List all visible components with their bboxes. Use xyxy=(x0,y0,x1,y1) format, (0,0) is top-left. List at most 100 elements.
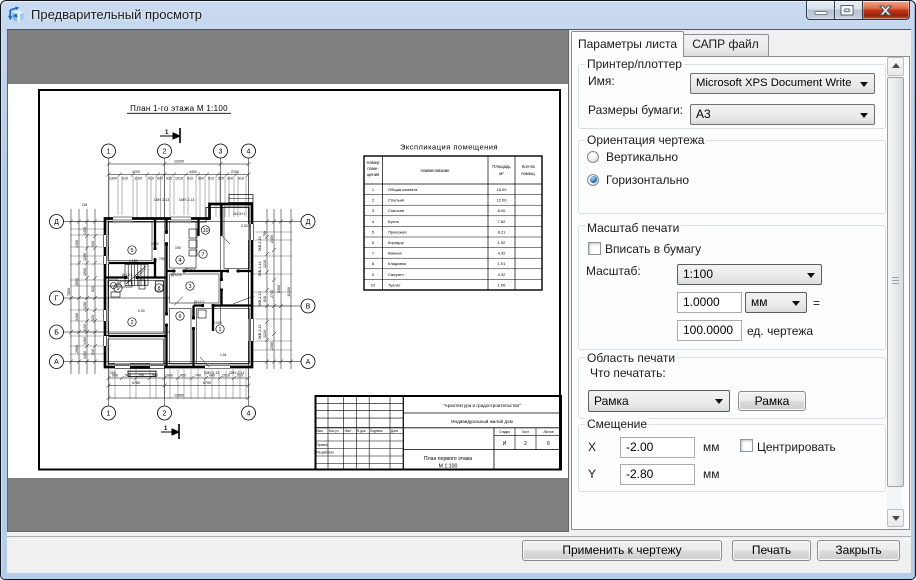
svg-text:Провер.: Провер. xyxy=(317,443,329,447)
svg-text:910: 910 xyxy=(91,286,95,292)
svg-text:2300: 2300 xyxy=(270,342,274,350)
svg-text:620: 620 xyxy=(91,315,95,321)
svg-text:4.32: 4.32 xyxy=(498,272,507,277)
svg-text:7.82: 7.82 xyxy=(498,219,507,224)
svg-text:6790: 6790 xyxy=(203,381,211,385)
svg-text:8: 8 xyxy=(372,261,375,266)
svg-text:0.00: 0.00 xyxy=(138,309,145,313)
svg-text:750: 750 xyxy=(138,374,144,378)
svg-text:2.02-1: 2.02-1 xyxy=(241,224,251,228)
svg-text:9: 9 xyxy=(372,272,375,277)
svg-text:2: 2 xyxy=(163,411,167,418)
svg-text:1.51: 1.51 xyxy=(220,353,227,357)
svg-text:1.06: 1.06 xyxy=(498,282,507,287)
svg-text:Общая комната: Общая комната xyxy=(388,187,418,192)
svg-text:8.00: 8.00 xyxy=(498,208,507,213)
svg-text:2300: 2300 xyxy=(270,235,274,243)
svg-text:м²: м² xyxy=(499,171,504,176)
svg-text:Лист: Лист xyxy=(522,430,529,434)
svg-text:1: 1 xyxy=(218,327,221,333)
svg-text:1060: 1060 xyxy=(165,374,173,378)
svg-text:1010: 1010 xyxy=(175,177,183,181)
svg-text:6300: 6300 xyxy=(277,285,281,293)
svg-text:4: 4 xyxy=(178,258,181,264)
svg-text:Кладовая: Кладовая xyxy=(388,261,406,266)
svg-text:9: 9 xyxy=(116,286,119,292)
svg-text:Кол.уч: Кол.уч xyxy=(329,429,339,433)
svg-text:1200: 1200 xyxy=(83,253,87,261)
svg-text:1100: 1100 xyxy=(83,324,87,332)
svg-text:1100: 1100 xyxy=(134,177,142,181)
svg-text:3: 3 xyxy=(219,149,223,156)
svg-text:10: 10 xyxy=(371,282,376,287)
svg-text:7800: 7800 xyxy=(67,288,71,296)
svg-text:Кол-во: Кол-во xyxy=(522,164,536,169)
svg-text:1: 1 xyxy=(164,426,168,432)
svg-text:1.150: 1.150 xyxy=(129,259,138,263)
svg-text:Экспликация помещения: Экспликация помещения xyxy=(400,143,498,152)
svg-text:910: 910 xyxy=(91,241,95,247)
svg-text:СМУ-2-13: СМУ-2-13 xyxy=(154,198,169,202)
svg-text:200: 200 xyxy=(110,371,116,375)
svg-text:Разработал: Разработал xyxy=(317,451,334,455)
svg-text:1.01: 1.01 xyxy=(498,261,507,266)
svg-text:3: 3 xyxy=(372,208,375,213)
svg-text:щения: щения xyxy=(367,172,380,177)
svg-text:6: 6 xyxy=(178,314,181,320)
svg-text:620: 620 xyxy=(218,177,224,181)
svg-text:Б: Б xyxy=(54,330,59,337)
svg-text:1500: 1500 xyxy=(83,268,87,276)
svg-text:Спальня: Спальня xyxy=(388,208,404,213)
svg-text:Д: Д xyxy=(54,219,59,226)
svg-text:4100: 4100 xyxy=(75,240,79,248)
svg-text:1300: 1300 xyxy=(109,177,117,181)
svg-text:М 1:100: М 1:100 xyxy=(439,464,458,470)
svg-text:Стадия: Стадия xyxy=(499,430,510,434)
svg-text:2740: 2740 xyxy=(270,290,274,298)
svg-text:2: 2 xyxy=(372,198,375,203)
svg-text:1400: 1400 xyxy=(83,337,87,345)
svg-text:1500: 1500 xyxy=(151,242,159,246)
svg-text:Санузел: Санузел xyxy=(388,272,404,277)
svg-text:Номер: Номер xyxy=(367,160,381,165)
svg-text:N док.: N док. xyxy=(357,429,366,433)
svg-text:1210: 1210 xyxy=(263,260,267,268)
svg-text:Кухня: Кухня xyxy=(388,219,399,224)
svg-text:Площадь: Площадь xyxy=(492,164,511,169)
svg-text:СМУ-2-13: СМУ-2-13 xyxy=(179,198,194,202)
svg-text:ЗКВ-2-13: ЗКВ-2-13 xyxy=(258,236,262,251)
svg-text:Дата: Дата xyxy=(391,429,398,433)
svg-text:1450: 1450 xyxy=(83,227,87,235)
svg-text:8.21: 8.21 xyxy=(498,229,507,234)
svg-text:7: 7 xyxy=(201,252,204,258)
svg-text:1: 1 xyxy=(165,130,169,136)
svg-text:Туалет: Туалет xyxy=(388,282,401,287)
svg-text:4: 4 xyxy=(247,149,251,156)
svg-text:3: 3 xyxy=(188,284,191,290)
svg-text:Наименование: Наименование xyxy=(420,168,450,173)
svg-text:2100: 2100 xyxy=(231,170,239,174)
svg-text:Г: Г xyxy=(55,296,59,303)
svg-text:910: 910 xyxy=(122,177,128,181)
svg-text:8: 8 xyxy=(157,286,160,292)
svg-text:540: 540 xyxy=(152,374,158,378)
svg-text:Прихожая: Прихожая xyxy=(388,229,407,234)
svg-text:Изм.: Изм. xyxy=(317,429,324,433)
svg-text:1: 1 xyxy=(107,149,111,156)
svg-text:5: 5 xyxy=(372,229,375,234)
svg-text:3400: 3400 xyxy=(75,313,79,321)
svg-text:910: 910 xyxy=(166,177,172,181)
svg-text:ЗКВ-2-13: ЗКВ-2-13 xyxy=(258,324,262,339)
svg-text:6: 6 xyxy=(547,441,550,447)
svg-text:919: 919 xyxy=(238,177,244,181)
svg-text:ДН-2-1: ДН-2-1 xyxy=(122,273,133,277)
svg-text:12.00: 12.00 xyxy=(496,198,507,203)
svg-text:620: 620 xyxy=(198,177,204,181)
svg-text:1: 1 xyxy=(107,411,111,418)
svg-text:620: 620 xyxy=(157,177,163,181)
svg-text:13200: 13200 xyxy=(174,160,184,164)
svg-text:2х1.5+1: 2х1.5+1 xyxy=(233,212,245,216)
svg-text:450: 450 xyxy=(180,374,186,378)
svg-text:2: 2 xyxy=(163,149,167,156)
svg-text:поме-: поме- xyxy=(367,166,379,171)
